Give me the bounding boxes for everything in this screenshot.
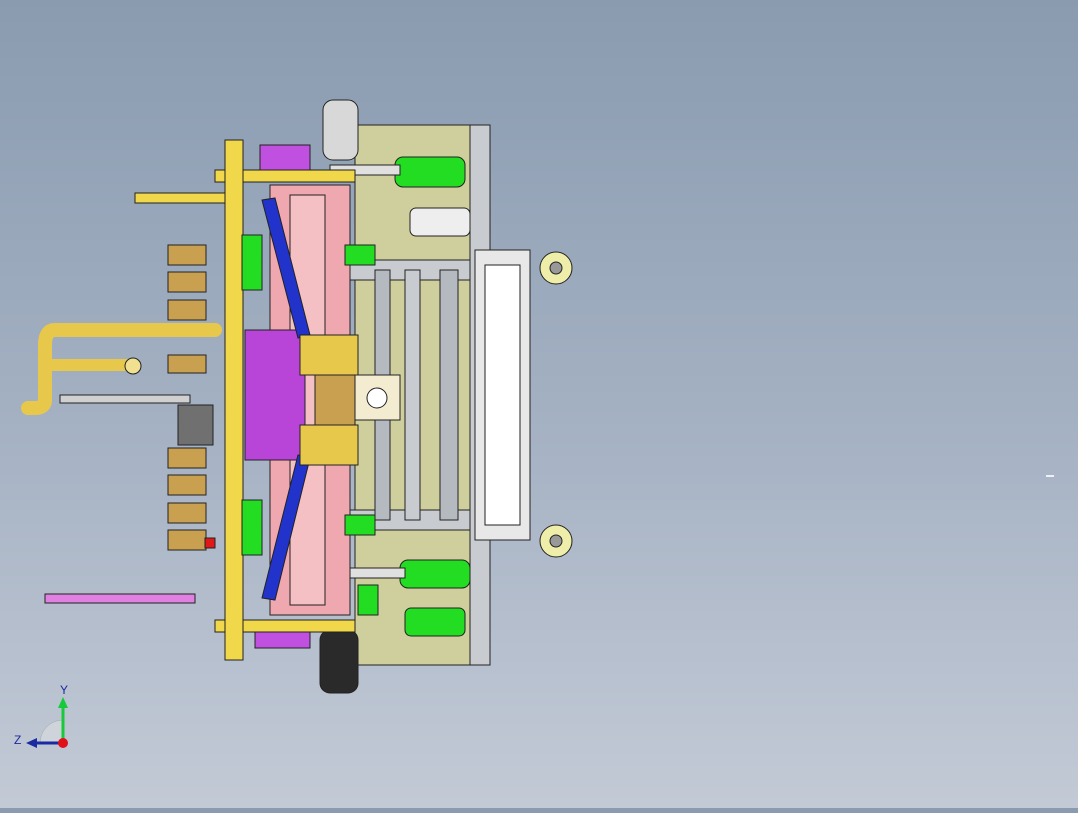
center-mount bbox=[314, 374, 356, 426]
toggle-clamp-bottom bbox=[44, 593, 196, 604]
center-block-lower bbox=[299, 424, 359, 466]
cylinder-top-2 bbox=[409, 207, 471, 237]
caster-bottom-hub bbox=[549, 534, 563, 548]
green-clamp-upper bbox=[241, 234, 263, 291]
connector-3 bbox=[167, 299, 207, 321]
center-block-upper bbox=[299, 334, 359, 376]
z-axis-arrowhead bbox=[26, 738, 37, 748]
green-clamp-lower bbox=[241, 499, 263, 556]
y-axis-label: Y bbox=[60, 683, 68, 697]
x-axis-point bbox=[58, 738, 68, 748]
cylinder-bottom-1 bbox=[399, 559, 471, 589]
rear-green-bottom bbox=[344, 514, 376, 536]
bracket-main bbox=[244, 329, 306, 461]
cylinder-bottom-2 bbox=[404, 607, 466, 637]
connector-5 bbox=[167, 447, 207, 469]
caster-top-hub bbox=[549, 261, 563, 275]
toggle-clamp-top bbox=[134, 192, 226, 204]
yellow-rail-left bbox=[224, 139, 244, 661]
pipe-end-cap bbox=[124, 357, 142, 375]
cursor-mark bbox=[1046, 475, 1054, 477]
cad-viewport[interactable] bbox=[0, 0, 1078, 808]
connector-6 bbox=[167, 474, 207, 496]
clamp-head-top bbox=[322, 99, 359, 161]
frame-column-2 bbox=[404, 269, 421, 521]
caster-frame-inner bbox=[484, 264, 521, 526]
rear-green-top bbox=[344, 244, 376, 266]
square-plate-hole bbox=[366, 387, 388, 409]
coordinate-triad: Y Z bbox=[0, 680, 90, 760]
connector-8 bbox=[167, 529, 207, 551]
frame-column-3 bbox=[439, 269, 459, 521]
toggle-clamp-middle bbox=[59, 394, 191, 404]
connector-7 bbox=[167, 502, 207, 524]
y-axis-arrowhead bbox=[58, 697, 68, 708]
cylinder-top-1 bbox=[394, 156, 466, 188]
rear-green-mid bbox=[357, 584, 379, 616]
connector-1 bbox=[167, 244, 207, 266]
bracket-top bbox=[259, 144, 311, 171]
z-axis-label: Z bbox=[14, 733, 21, 747]
clamp-head-bottom bbox=[319, 629, 359, 694]
cad-model[interactable] bbox=[0, 0, 1078, 808]
red-marker bbox=[204, 537, 216, 549]
grey-block bbox=[177, 404, 214, 446]
connector-4 bbox=[167, 354, 207, 374]
connector-2 bbox=[167, 271, 207, 293]
